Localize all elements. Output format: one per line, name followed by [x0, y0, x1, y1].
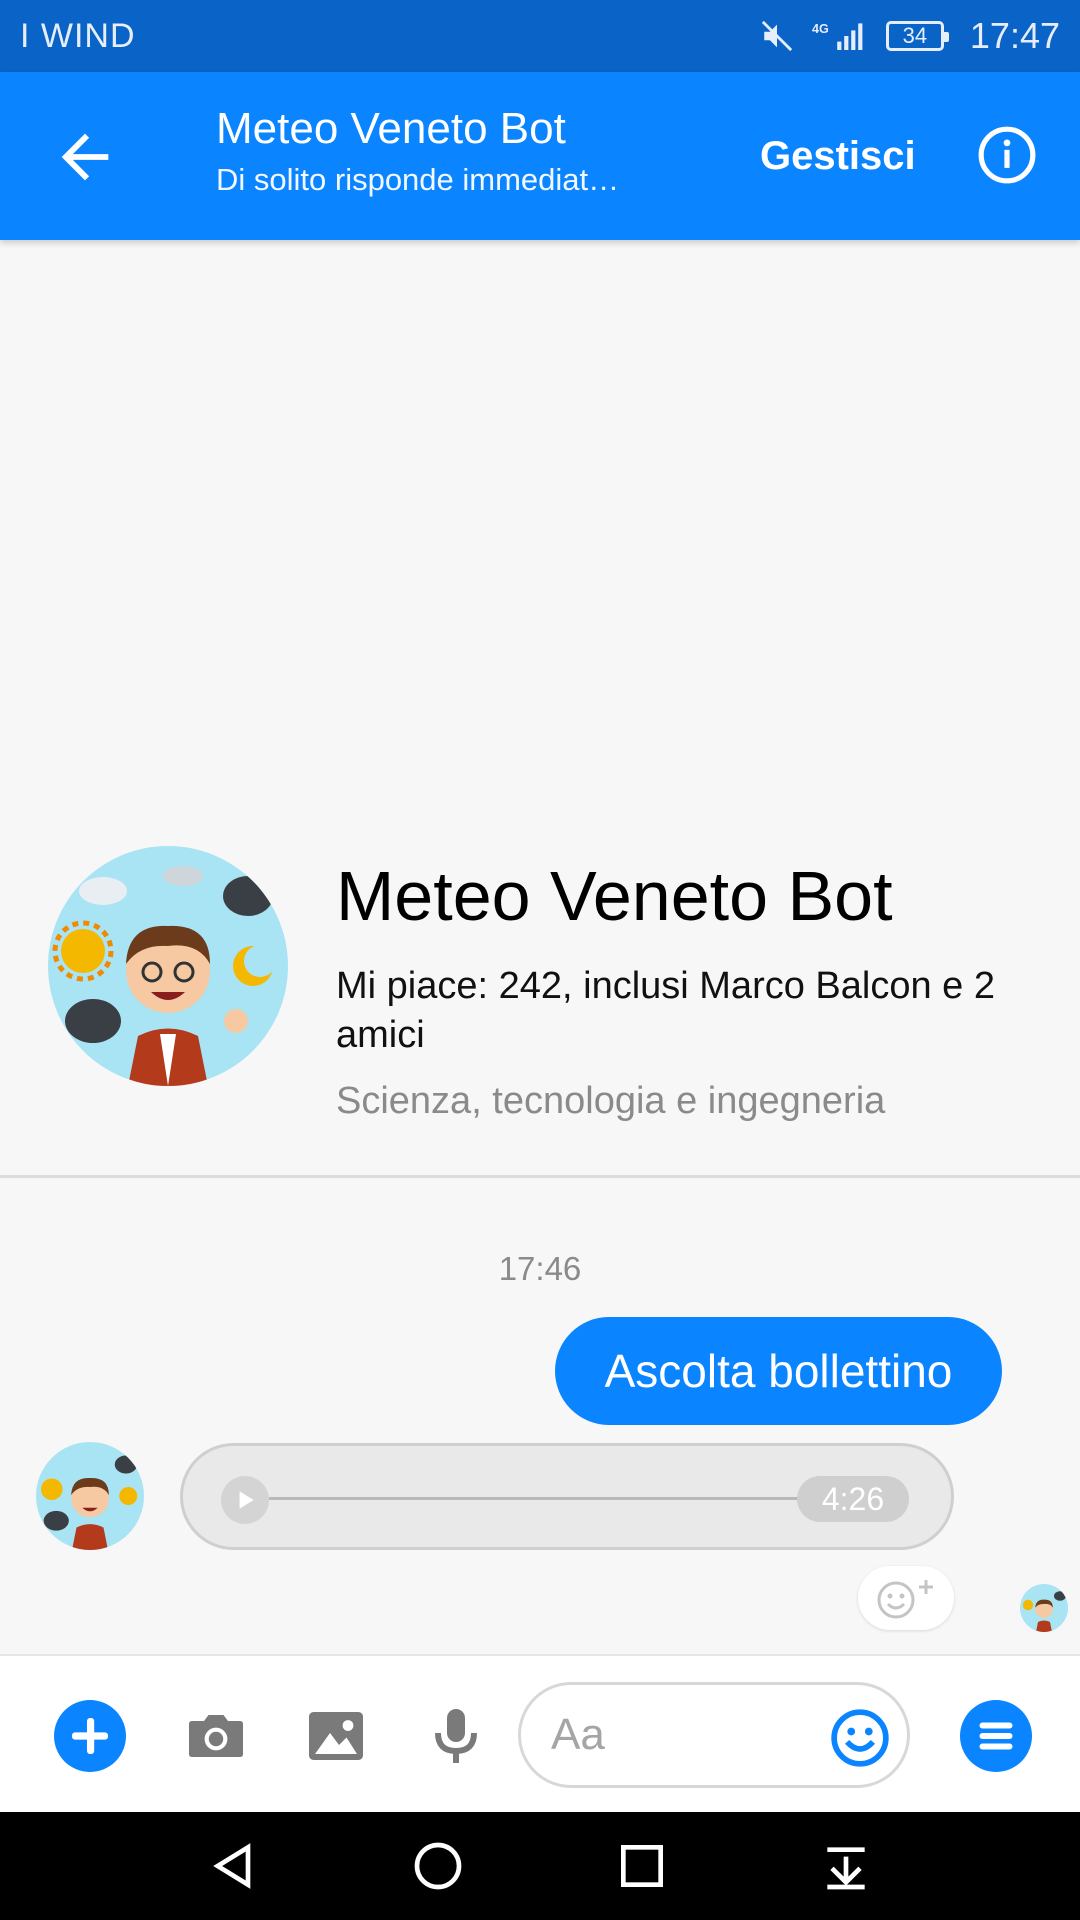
conversation-title-block[interactable]: Meteo Veneto Bot Di solito risponde imme…: [216, 104, 619, 198]
message-input[interactable]: [551, 1707, 801, 1763]
play-icon[interactable]: [221, 1476, 269, 1524]
message-composer: [0, 1654, 1080, 1812]
message-input-box[interactable]: [518, 1682, 910, 1788]
bot-avatar[interactable]: [36, 1442, 144, 1550]
nav-notifications-icon[interactable]: [818, 1838, 874, 1894]
smiley-icon[interactable]: [829, 1707, 891, 1769]
status-bar: I WIND 4G 34 17:47: [0, 0, 1080, 72]
audio-message[interactable]: 4:26: [180, 1443, 954, 1550]
outgoing-message-bubble[interactable]: Ascolta bollettino: [555, 1317, 1002, 1425]
status-time: 17:47: [969, 15, 1060, 56]
nav-recents-icon[interactable]: [614, 1838, 670, 1894]
add-reaction-button[interactable]: [858, 1566, 954, 1630]
microphone-icon[interactable]: [420, 1700, 492, 1772]
audio-progress-track[interactable]: [269, 1497, 799, 1500]
menu-icon[interactable]: [960, 1700, 1032, 1772]
screen: I WIND 4G 34 17:47 Meteo Veneto Bot Di s…: [0, 0, 1080, 1920]
manage-button[interactable]: Gestisci: [760, 134, 916, 179]
status-icons: 4G 34 17:47: [760, 15, 1060, 57]
response-time-subtitle: Di solito risponde immediat…: [216, 162, 620, 197]
nav-home-icon[interactable]: [410, 1838, 466, 1894]
profile-name: Meteo Veneto Bot: [336, 857, 893, 935]
back-arrow-icon[interactable]: [50, 122, 120, 192]
conversation-title: Meteo Veneto Bot: [216, 104, 566, 153]
nav-back-icon[interactable]: [206, 1838, 262, 1894]
battery-icon: 34: [885, 21, 949, 51]
signal-icon: 4G: [812, 22, 863, 50]
app-bar: Meteo Veneto Bot Di solito risponde imme…: [0, 72, 1080, 240]
bot-profile-avatar[interactable]: [48, 846, 288, 1086]
camera-icon[interactable]: [180, 1700, 252, 1772]
seen-indicator-avatar: [1020, 1584, 1068, 1632]
add-reaction-icon: [877, 1580, 933, 1619]
message-timestamp: 17:46: [498, 1250, 582, 1287]
profile-category: Scienza, tecnologia e ingegneria: [336, 1080, 886, 1122]
battery-level: 34: [902, 23, 928, 48]
network-type: 4G: [812, 22, 829, 36]
carrier-name: I WIND: [20, 16, 136, 55]
profile-likes: Mi piace: 242, inclusi Marco Balcon e 2 …: [336, 965, 995, 1056]
mute-icon: [761, 20, 793, 52]
gallery-icon[interactable]: [300, 1700, 372, 1772]
divider: [0, 1175, 1080, 1178]
info-icon[interactable]: [976, 124, 1038, 186]
system-navigation-bar: [0, 1812, 1080, 1920]
audio-duration: 4:26: [797, 1476, 909, 1522]
plus-icon[interactable]: [54, 1700, 126, 1772]
